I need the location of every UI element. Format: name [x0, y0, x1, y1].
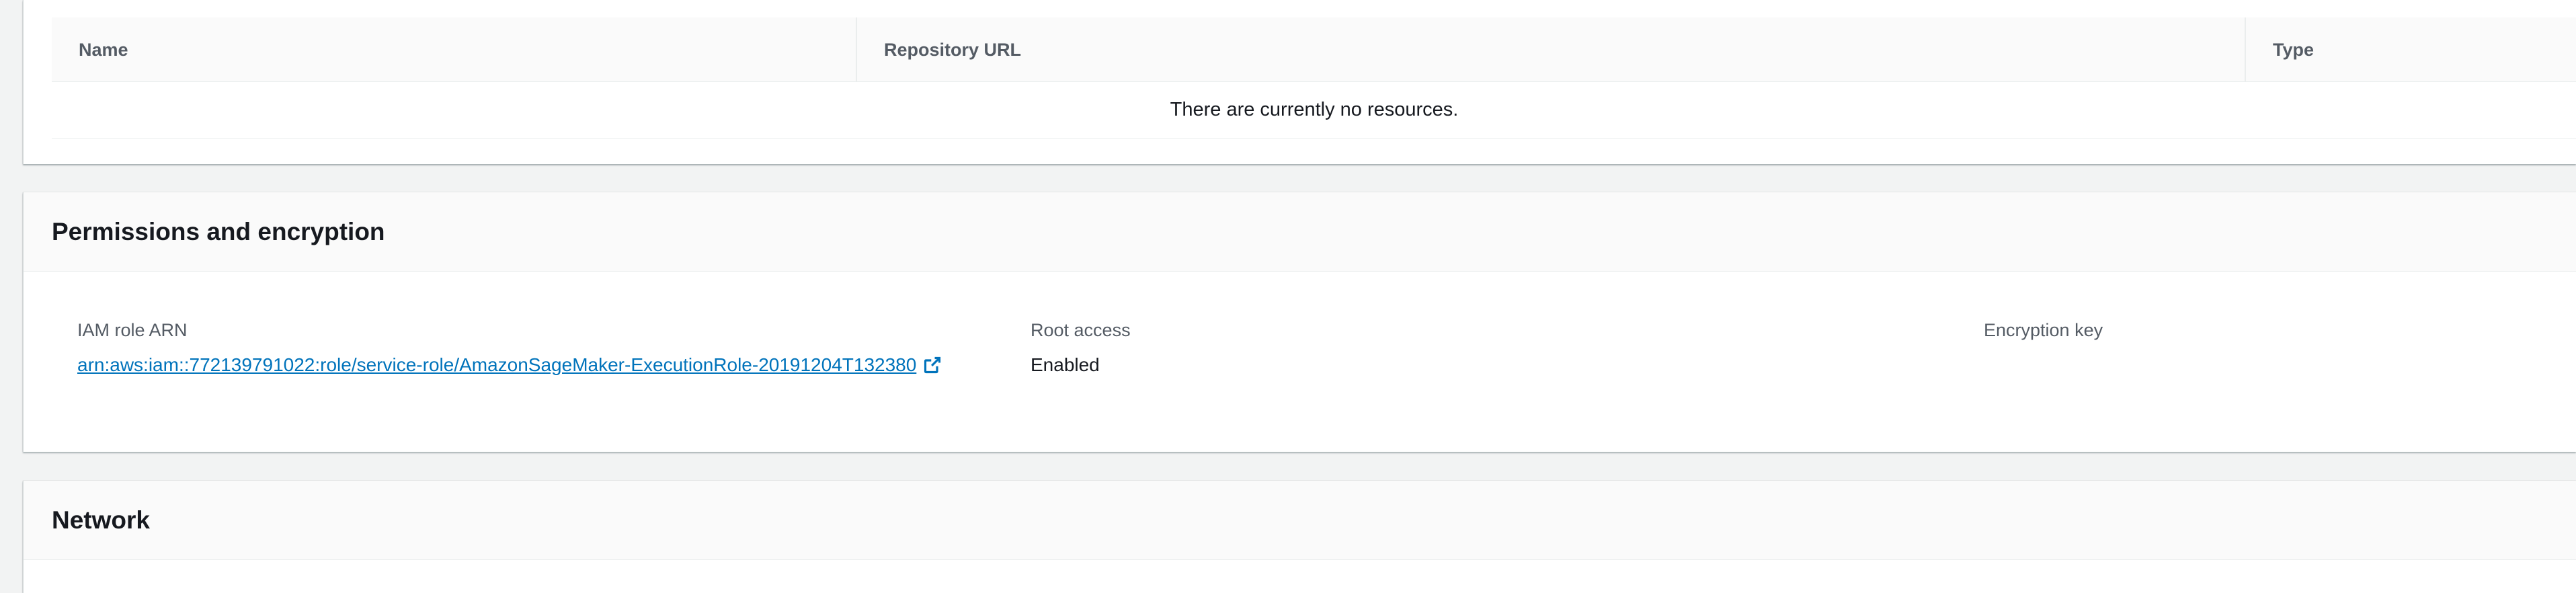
encryption-key-field: Encryption key	[1984, 320, 2103, 354]
network-panel-header: Network	[24, 481, 2576, 560]
table-empty-message: There are currently no resources.	[52, 82, 2576, 139]
network-panel: Network	[23, 481, 2576, 593]
iam-role-field: IAM role ARN arn:aws:iam::772139791022:r…	[77, 320, 942, 376]
column-header-name[interactable]: Name	[52, 17, 856, 82]
permissions-panel: Permissions and encryption IAM role ARN …	[23, 192, 2576, 452]
column-header-repository-url[interactable]: Repository URL	[856, 17, 2245, 82]
iam-role-label: IAM role ARN	[77, 320, 188, 340]
network-panel-title: Network	[52, 506, 150, 534]
iam-role-arn-link[interactable]: arn:aws:iam::772139791022:role/service-r…	[77, 354, 942, 376]
iam-role-arn-text: arn:aws:iam::772139791022:role/service-r…	[77, 354, 917, 375]
repositories-panel: Name Repository URL Type There are curre…	[23, 0, 2576, 164]
root-access-field: Root access Enabled	[1031, 320, 1131, 376]
table-header-row: Name Repository URL Type	[52, 17, 2576, 82]
encryption-key-label: Encryption key	[1984, 320, 2103, 340]
column-header-type[interactable]: Type	[2245, 17, 2576, 82]
root-access-label: Root access	[1031, 320, 1131, 340]
permissions-panel-title: Permissions and encryption	[52, 217, 385, 245]
external-link-icon	[923, 356, 942, 374]
repositories-table: Name Repository URL Type There are curre…	[52, 17, 2576, 139]
root-access-value: Enabled	[1031, 354, 1100, 375]
permissions-panel-header: Permissions and encryption	[24, 192, 2576, 272]
